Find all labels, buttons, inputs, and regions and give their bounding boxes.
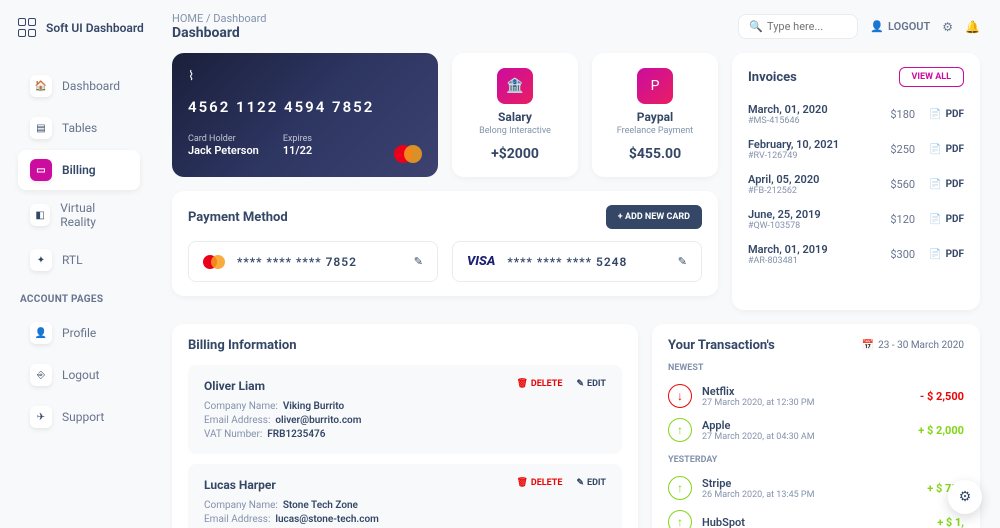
sidebar-item-support[interactable]: ✈ Support (18, 397, 140, 437)
card-holder: Jack Peterson (188, 144, 259, 157)
add-new-card-button[interactable]: + ADD NEW CARD (606, 205, 702, 229)
search-input[interactable] (767, 20, 847, 33)
pencil-icon: ✎ (576, 379, 584, 389)
rtl-icon: ✦ (30, 249, 52, 271)
arrow-up-icon: ↑ (668, 476, 692, 500)
credit-card: ⌇ 4562 1122 4594 7852 Card Holder Jack P… (172, 53, 438, 177)
user-icon: 👤 (30, 322, 52, 344)
gear-icon: ⚙ (959, 489, 972, 505)
sidebar-item-rtl[interactable]: ✦ RTL (18, 240, 140, 280)
brand-icon (18, 18, 38, 38)
search-box[interactable]: 🔍 (738, 14, 858, 39)
arrow-down-icon: ↓ (668, 384, 692, 408)
transactions-title: Your Transaction's (668, 338, 775, 353)
mastercard-icon (203, 255, 225, 269)
support-icon: ✈ (30, 406, 52, 428)
search-icon: 🔍 (749, 20, 763, 33)
sidebar: Soft UI Dashboard 🏠 Dashboard ▤ Tables ▭… (0, 0, 152, 528)
sidebar-item-tables[interactable]: ▤ Tables (18, 108, 140, 148)
pdf-button[interactable]: 📄PDF (929, 249, 964, 260)
brand-label: Soft UI Dashboard (46, 21, 144, 35)
invoice-row: February, 10, 2021#RV-126749 $250 📄PDF (748, 132, 964, 167)
pdf-icon: 📄 (929, 109, 941, 120)
edit-button[interactable]: ✎EDIT (576, 379, 606, 389)
billing-information: Billing Information Oliver Liam 🗑DELETE … (172, 324, 638, 528)
breadcrumb: HOME / Dashboard (172, 12, 267, 25)
bell-icon: 🔔 (965, 20, 980, 34)
sidebar-item-vr[interactable]: ◧ Virtual Reality (18, 192, 140, 238)
notifications-button[interactable]: 🔔 (965, 20, 980, 34)
wifi-icon: ⌇ (188, 69, 422, 84)
logout-link[interactable]: 👤 LOGOUT (870, 20, 930, 33)
edit-card-button[interactable]: ✎ (678, 255, 687, 268)
invoices: Invoices VIEW ALL March, 01, 2020#MS-415… (732, 53, 980, 310)
billing-title: Billing Information (188, 338, 622, 353)
pdf-button[interactable]: 📄PDF (929, 179, 964, 190)
card-number: 4562 1122 4594 7852 (188, 98, 422, 116)
breadcrumb-home[interactable]: HOME (172, 12, 203, 25)
topbar: HOME / Dashboard Dashboard 🔍 👤 LOGOUT ⚙ … (172, 12, 980, 41)
settings-button[interactable]: ⚙ (942, 20, 953, 34)
delete-button[interactable]: 🗑DELETE (516, 478, 562, 488)
table-icon: ▤ (30, 117, 52, 139)
nav-section-title: ACCOUNT PAGES (20, 294, 152, 305)
breadcrumb-current: Dashboard (213, 12, 266, 25)
sidebar-item-profile[interactable]: 👤 Profile (18, 313, 140, 353)
stat-paypal: P Paypal Freelance Payment $455.00 (592, 53, 718, 177)
invoice-row: April, 05, 2020#FB-212562 $560 📄PDF (748, 167, 964, 202)
payment-card-visa: VISA **** **** **** 5248 ✎ (452, 241, 702, 282)
pdf-button[interactable]: 📄PDF (929, 109, 964, 120)
stat-salary: 🏦 Salary Belong Interactive +$2000 (452, 53, 578, 177)
delete-button[interactable]: 🗑DELETE (516, 379, 562, 389)
billing-card: Oliver Liam 🗑DELETE ✎EDIT Company Name: … (188, 365, 622, 454)
paypal-icon: P (637, 68, 673, 104)
edit-card-button[interactable]: ✎ (414, 255, 423, 268)
pdf-icon: 📄 (929, 144, 941, 155)
transaction-row: ↑ Stripe26 March 2020, at 13:45 PM + $ 7… (668, 471, 964, 505)
bank-icon: 🏦 (497, 68, 533, 104)
pdf-icon: 📄 (929, 179, 941, 190)
edit-button[interactable]: ✎EDIT (576, 478, 606, 488)
trash-icon: 🗑 (516, 379, 527, 389)
transactions: Your Transaction's 📅 23 - 30 March 2020 … (652, 324, 980, 528)
payment-card-mastercard: **** **** **** 7852 ✎ (188, 241, 438, 282)
invoices-title: Invoices (748, 70, 797, 85)
trash-icon: 🗑 (516, 478, 527, 488)
page-title: Dashboard (172, 25, 267, 41)
user-icon: 👤 (870, 20, 884, 33)
transaction-row: ↑ Apple27 March 2020, at 04:30 AM + $ 2,… (668, 413, 964, 447)
mastercard-icon (394, 145, 422, 163)
sidebar-item-logout[interactable]: ⎆ Logout (18, 355, 140, 395)
pdf-button[interactable]: 📄PDF (929, 214, 964, 225)
logout-icon: ⎆ (30, 364, 52, 386)
settings-fab[interactable]: ⚙ (948, 480, 982, 514)
sidebar-item-dashboard[interactable]: 🏠 Dashboard (18, 66, 140, 106)
view-all-button[interactable]: VIEW ALL (899, 67, 964, 87)
visa-icon: VISA (467, 254, 495, 269)
invoice-row: June, 25, 2019#QW-103578 $120 📄PDF (748, 202, 964, 237)
transaction-row: ↑ HubSpot + $ 1, (668, 505, 964, 528)
sidebar-item-billing[interactable]: ▭ Billing (18, 150, 140, 190)
transactions-range: 📅 23 - 30 March 2020 (862, 340, 964, 351)
invoice-row: March, 01, 2020#MS-415646 $180 📄PDF (748, 97, 964, 132)
transaction-row: ↓ Netflix27 March 2020, at 12:30 PM - $ … (668, 379, 964, 413)
home-icon: 🏠 (30, 75, 52, 97)
card-icon: ▭ (30, 159, 52, 181)
gear-icon: ⚙ (942, 20, 953, 34)
invoice-row: March, 01, 2019#AR-803481 $300 📄PDF (748, 237, 964, 272)
billing-card: Lucas Harper 🗑DELETE ✎EDIT Company Name:… (188, 464, 622, 528)
pencil-icon: ✎ (576, 478, 584, 488)
calendar-icon: 📅 (862, 340, 874, 351)
payment-method-title: Payment Method (188, 210, 288, 225)
vr-icon: ◧ (30, 204, 50, 226)
pdf-icon: 📄 (929, 214, 941, 225)
card-expires: 11/22 (283, 144, 312, 157)
brand: Soft UI Dashboard (18, 18, 152, 38)
pdf-icon: 📄 (929, 249, 941, 260)
payment-method: Payment Method + ADD NEW CARD **** **** … (172, 191, 718, 296)
pdf-button[interactable]: 📄PDF (929, 144, 964, 155)
arrow-up-icon: ↑ (668, 510, 692, 528)
main: HOME / Dashboard Dashboard 🔍 👤 LOGOUT ⚙ … (152, 0, 1000, 528)
arrow-up-icon: ↑ (668, 418, 692, 442)
